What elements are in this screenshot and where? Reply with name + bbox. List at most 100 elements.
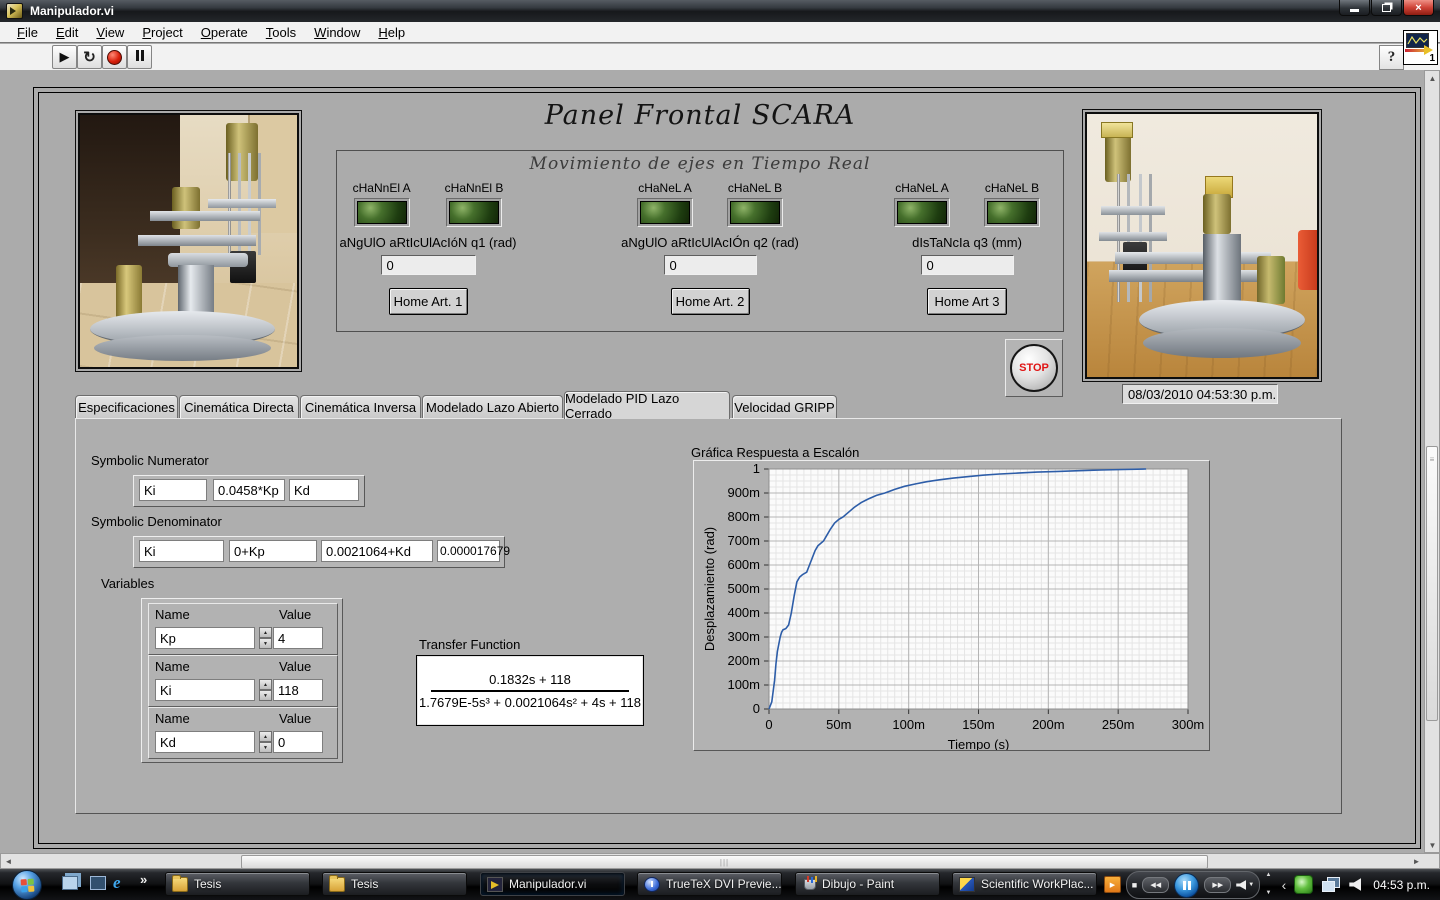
svg-text:900m: 900m xyxy=(727,485,760,500)
task-button-tesis-1[interactable]: Tesis xyxy=(165,872,310,896)
menu-item-file[interactable]: File xyxy=(8,23,47,42)
denominator-cell-2[interactable]: 0.0021064+Kd xyxy=(321,540,433,562)
menu-item-project[interactable]: Project xyxy=(133,23,191,42)
task-button-paint[interactable]: Dibujo - Paint xyxy=(795,872,940,896)
q3-input[interactable]: 0 xyxy=(921,255,1014,275)
numerator-cell-2[interactable]: Kd xyxy=(289,479,359,501)
denominator-cell-1[interactable]: 0+Kp xyxy=(229,540,317,562)
tray-volume-icon[interactable] xyxy=(1349,878,1361,891)
task-button-manipulador[interactable]: Manipulador.vi xyxy=(480,872,625,896)
media-pause-button[interactable] xyxy=(1174,873,1199,898)
internet-explorer-icon[interactable]: e xyxy=(113,873,121,893)
h-scrollbar[interactable]: ◄ ||| ► xyxy=(0,853,1440,869)
tab-velocidad-gripp[interactable]: Velocidad GRIPP xyxy=(732,395,837,418)
channel-a-led xyxy=(894,198,950,227)
run-button[interactable]: ▶ xyxy=(52,45,77,69)
denominator-cell-3[interactable]: 0.000017679 xyxy=(437,540,500,562)
tray-app-icon[interactable] xyxy=(1294,875,1313,894)
task-button-workplace[interactable]: Scientific WorkPlac... xyxy=(952,872,1097,896)
run-continuous-button[interactable]: ↻ xyxy=(77,45,102,69)
h-scroll-left-icon[interactable]: ◄ xyxy=(3,856,14,867)
svg-text:200m: 200m xyxy=(727,653,760,668)
h-scroll-thumb[interactable]: ||| xyxy=(241,855,1208,869)
q1-input[interactable]: 0 xyxy=(381,255,476,275)
menu-item-edit[interactable]: Edit xyxy=(47,23,87,42)
pause-button[interactable] xyxy=(127,45,152,69)
media-previous-button[interactable]: ◀◀ xyxy=(1142,877,1169,893)
tf-divider xyxy=(431,690,630,692)
value-spinner: ▲ ▼ xyxy=(259,627,272,649)
menu-item-help[interactable]: Help xyxy=(369,23,414,42)
svg-text:300m: 300m xyxy=(1172,717,1205,732)
home-art-2-button[interactable]: Home Art. 2 xyxy=(671,288,750,315)
home-art-1-button[interactable]: Home Art. 1 xyxy=(389,288,468,315)
v-scrollbar[interactable]: ▲ ≡ ▼ xyxy=(1424,70,1440,853)
tab-page-pid: Symbolic Numerator Ki 0.0458*Kp Kd Symbo… xyxy=(75,418,1342,814)
variable-name-field[interactable]: Ki xyxy=(155,679,255,701)
channel-b-label: cHaNeL B xyxy=(728,181,782,195)
denominator-cell-0[interactable]: Ki xyxy=(139,540,224,562)
base-plate-bottom xyxy=(94,335,271,361)
media-volume-button[interactable]: ▼ xyxy=(1236,880,1254,890)
tab-modelado-pid-lazo-cerrado[interactable]: Modelado PID Lazo Cerrado xyxy=(564,391,730,419)
numerator-cell-1[interactable]: 0.0458*Kp xyxy=(213,479,285,501)
tab-modelado-lazo-abierto[interactable]: Modelado Lazo Abierto xyxy=(422,395,563,418)
h-scroll-right-icon[interactable]: ► xyxy=(1411,856,1422,867)
media-next-button[interactable]: ▶▶ xyxy=(1204,877,1231,893)
channel-b-label: cHaNnEl B xyxy=(445,181,504,195)
variable-value-field[interactable]: 0 xyxy=(273,731,323,753)
tab-cinematica-directa[interactable]: Cinemática Directa xyxy=(179,395,299,418)
home-art-3-button[interactable]: Home Art 3 xyxy=(927,288,1007,315)
deskband-resize-control[interactable]: ▲▼ xyxy=(1263,872,1274,896)
v-scroll-up-icon[interactable]: ▲ xyxy=(1427,73,1438,84)
remote-desktop-icon[interactable] xyxy=(90,876,106,890)
variable-name-field[interactable]: Kp xyxy=(155,627,255,649)
show-desktop-icon[interactable] xyxy=(62,876,78,890)
svg-text:200m: 200m xyxy=(1032,717,1065,732)
tray-chevron-icon[interactable]: ‹ xyxy=(1282,877,1287,893)
tab-cinematica-inversa[interactable]: Cinemática Inversa xyxy=(300,395,421,418)
media-deskband-icon[interactable]: ▶ xyxy=(1104,876,1121,893)
name-header: Name xyxy=(155,607,190,622)
task-button-truetex[interactable]: TrueTeX DVI Previe... xyxy=(637,872,782,896)
minimize-button[interactable] xyxy=(1339,0,1370,16)
value-header: Value xyxy=(279,711,311,726)
spinner-up-icon[interactable]: ▲ xyxy=(259,731,272,742)
tray-network-icon[interactable] xyxy=(1322,877,1340,892)
help-button[interactable]: ? xyxy=(1379,45,1404,70)
v-scroll-down-icon[interactable]: ▼ xyxy=(1427,840,1438,851)
spinner-down-icon[interactable]: ▼ xyxy=(259,690,272,701)
tab-especificaciones[interactable]: Especificaciones xyxy=(75,395,178,418)
spinner-up-icon[interactable]: ▲ xyxy=(259,627,272,638)
abort-icon xyxy=(107,50,122,65)
variable-value-field[interactable]: 4 xyxy=(273,627,323,649)
labview-app-icon xyxy=(6,3,23,19)
stop-button[interactable]: STOP xyxy=(1010,344,1058,392)
variable-value-field[interactable]: 118 xyxy=(273,679,323,701)
truetex-icon xyxy=(644,877,660,892)
spinner-up-icon[interactable]: ▲ xyxy=(259,679,272,690)
svg-text:800m: 800m xyxy=(727,509,760,524)
numerator-cell-0[interactable]: Ki xyxy=(139,479,207,501)
menu-item-window[interactable]: Window xyxy=(305,23,369,42)
menu-item-operate[interactable]: Operate xyxy=(192,23,257,42)
base-motor xyxy=(1257,256,1285,304)
quick-launch-chevron-icon[interactable]: » xyxy=(140,872,147,887)
spinner-down-icon[interactable]: ▼ xyxy=(259,742,272,753)
realtime-group-title: Movimiento de ejes en Tiempo Real xyxy=(337,154,1063,174)
close-button[interactable]: × xyxy=(1403,0,1434,16)
menu-item-view[interactable]: View xyxy=(87,23,133,42)
tower-plate-2 xyxy=(1099,232,1167,241)
media-stop-button[interactable]: ■ xyxy=(1132,880,1137,890)
task-button-tesis-2[interactable]: Tesis xyxy=(322,872,467,896)
restore-button[interactable] xyxy=(1371,0,1402,16)
svg-text:Tiempo (s): Tiempo (s) xyxy=(948,737,1010,750)
menu-item-tools[interactable]: Tools xyxy=(257,23,305,42)
abort-button[interactable] xyxy=(102,45,127,69)
q2-input[interactable]: 0 xyxy=(664,255,757,275)
start-button[interactable] xyxy=(12,870,42,900)
spinner-down-icon[interactable]: ▼ xyxy=(259,638,272,649)
variable-name-field[interactable]: Kd xyxy=(155,731,255,753)
v-scroll-thumb[interactable]: ≡ xyxy=(1426,446,1438,721)
brass-cylinder-mid xyxy=(1203,194,1231,234)
